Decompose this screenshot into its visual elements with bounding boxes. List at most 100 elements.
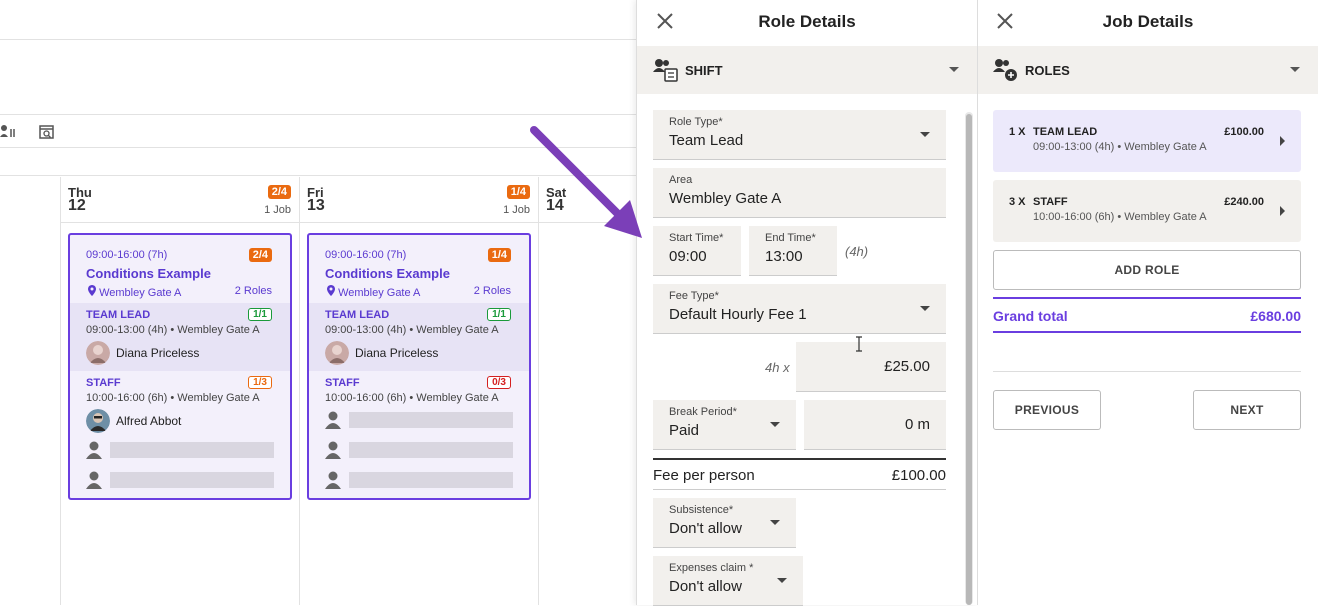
rate-multiplier: 4h x xyxy=(765,360,790,375)
job-title: Conditions Example xyxy=(86,266,211,281)
fee-per-person: Fee per person £100.00 xyxy=(653,458,946,490)
panel-header: Role Details xyxy=(637,0,977,44)
role-shift: 10:00-16:00 (6h) • Wembley Gate A xyxy=(325,392,499,404)
day-header-fri[interactable]: Fri 13 1/4 1 Job xyxy=(299,177,538,223)
calendar-view: Thu 12 2/4 1 Job Fri 13 1/4 1 Job Sat 14… xyxy=(0,0,640,605)
section-roles[interactable]: ROLES xyxy=(978,46,1318,94)
field-value: Team Lead xyxy=(669,132,744,149)
field-value: Don't allow xyxy=(669,578,742,595)
scrollbar[interactable] xyxy=(965,112,973,605)
user-placeholder-icon xyxy=(325,411,341,429)
field-value: 09:00 xyxy=(669,248,707,265)
job-count: 1 Job xyxy=(264,204,291,216)
add-role-button[interactable]: ADD ROLE xyxy=(993,250,1301,290)
panel-header: Job Details xyxy=(978,0,1318,44)
fee-label: Fee per person xyxy=(653,467,755,484)
calendar-search-icon[interactable] xyxy=(38,123,56,146)
next-button[interactable]: NEXT xyxy=(1193,390,1301,430)
user-placeholder-icon xyxy=(325,471,341,489)
empty-slot[interactable] xyxy=(325,469,513,491)
role-shift: 09:00-13:00 (4h) • Wembley Gate A xyxy=(325,324,499,336)
start-time-field[interactable]: Start Time* 09:00 xyxy=(653,226,741,276)
section-label: SHIFT xyxy=(685,63,723,78)
field-value: Don't allow xyxy=(669,520,742,537)
location-pin-icon xyxy=(88,285,96,296)
previous-button[interactable]: PREVIOUS xyxy=(993,390,1101,430)
add-user-icon xyxy=(993,59,1017,81)
avatar xyxy=(86,341,110,365)
role-details-panel: Role Details SHIFT Role Type* Team Lead … xyxy=(636,0,977,606)
user-list-icon xyxy=(653,59,678,82)
break-period-select[interactable]: Break Period* Paid xyxy=(653,400,796,450)
user-placeholder-icon xyxy=(86,471,102,489)
assigned-person[interactable]: Diana Priceless xyxy=(325,341,438,365)
panel-title: Role Details xyxy=(758,12,856,31)
job-time: 09:00-16:00 (7h) xyxy=(325,249,407,261)
field-label: End Time* xyxy=(765,232,816,244)
rate-input[interactable]: £25.00 xyxy=(796,342,946,392)
break-minutes-input[interactable]: 0 m xyxy=(804,400,946,450)
job-card[interactable]: 09:00-16:00 (7h) 2/4 Conditions Example … xyxy=(68,233,292,500)
chevron-right-icon xyxy=(1280,206,1285,216)
role-fill-badge: 1/1 xyxy=(487,308,511,321)
grand-total: Grand total £680.00 xyxy=(993,297,1301,333)
column-divider xyxy=(60,177,61,605)
empty-slot[interactable] xyxy=(325,409,513,431)
chevron-down-icon xyxy=(920,306,930,311)
roles-count: 2 Roles xyxy=(234,285,272,297)
section-shift[interactable]: SHIFT xyxy=(637,46,977,94)
expenses-select[interactable]: Expenses claim * Don't allow xyxy=(653,556,803,606)
field-label: Role Type* xyxy=(669,116,723,128)
empty-slot[interactable] xyxy=(86,439,274,461)
fee-value: £100.00 xyxy=(891,467,946,484)
job-card[interactable]: 09:00-16:00 (7h) 1/4 Conditions Example … xyxy=(307,233,531,500)
role-price: £240.00 xyxy=(1224,196,1264,208)
chevron-down-icon[interactable] xyxy=(949,67,959,72)
fill-badge: 2/4 xyxy=(267,185,291,199)
role-qty: 3 X xyxy=(1009,196,1026,208)
field-label: Area xyxy=(669,174,693,186)
area-field[interactable]: Area Wembley Gate A xyxy=(653,168,946,218)
field-value: £25.00 xyxy=(884,358,930,375)
field-value: 0 m xyxy=(904,416,930,433)
role-item-staff[interactable]: 3 X STAFF £240.00 10:00-16:00 (6h) • Wem… xyxy=(993,180,1301,242)
role-shift: 10:00-16:00 (6h) • Wembley Gate A xyxy=(86,392,260,404)
role-item-team-lead[interactable]: 1 X TEAM LEAD £100.00 09:00-13:00 (4h) •… xyxy=(993,110,1301,172)
job-details-panel: Job Details ROLES 1 X TEAM LEAD £100.00 … xyxy=(977,0,1318,605)
chevron-down-icon xyxy=(920,132,930,137)
user-placeholder-icon xyxy=(325,441,341,459)
role-shift: 10:00-16:00 (6h) • Wembley Gate A xyxy=(1033,211,1207,223)
user-placeholder-icon xyxy=(86,441,102,459)
people-sort-icon[interactable] xyxy=(0,123,16,144)
field-value: 13:00 xyxy=(765,248,803,265)
role-price: £100.00 xyxy=(1224,126,1264,138)
assigned-person[interactable]: Alfred Abbot xyxy=(86,409,181,433)
field-value: Default Hourly Fee 1 xyxy=(669,306,807,323)
role-name: STAFF xyxy=(325,377,360,389)
field-label: Start Time* xyxy=(669,232,724,244)
job-time: 09:00-16:00 (7h) xyxy=(86,249,168,261)
role-shift: 09:00-13:00 (4h) • Wembley Gate A xyxy=(1033,141,1207,153)
text-cursor-icon xyxy=(856,336,862,352)
person-name: Alfred Abbot xyxy=(116,414,182,428)
job-location: Wembley Gate A xyxy=(88,285,181,299)
empty-slot[interactable] xyxy=(325,439,513,461)
annotation-arrow-icon xyxy=(530,126,642,238)
chevron-down-icon[interactable] xyxy=(1290,67,1300,72)
location-label: Wembley Gate A xyxy=(99,287,182,299)
field-label: Fee Type* xyxy=(669,290,719,302)
fee-type-select[interactable]: Fee Type* Default Hourly Fee 1 xyxy=(653,284,946,334)
role-shift: 09:00-13:00 (4h) • Wembley Gate A xyxy=(86,324,260,336)
end-time-field[interactable]: End Time* 13:00 xyxy=(749,226,837,276)
role-fill-badge: 0/3 xyxy=(487,376,511,389)
assigned-person[interactable]: Diana Priceless xyxy=(86,341,199,365)
location-pin-icon xyxy=(327,285,335,296)
role-name: STAFF xyxy=(86,377,121,389)
person-name: Diana Priceless xyxy=(116,346,200,360)
subsistence-select[interactable]: Subsistence* Don't allow xyxy=(653,498,796,548)
day-header-thu[interactable]: Thu 12 2/4 1 Job xyxy=(60,177,299,223)
location-label: Wembley Gate A xyxy=(338,287,421,299)
empty-slot[interactable] xyxy=(86,469,274,491)
role-type-select[interactable]: Role Type* Team Lead xyxy=(653,110,946,160)
panel-title: Job Details xyxy=(1102,12,1194,31)
